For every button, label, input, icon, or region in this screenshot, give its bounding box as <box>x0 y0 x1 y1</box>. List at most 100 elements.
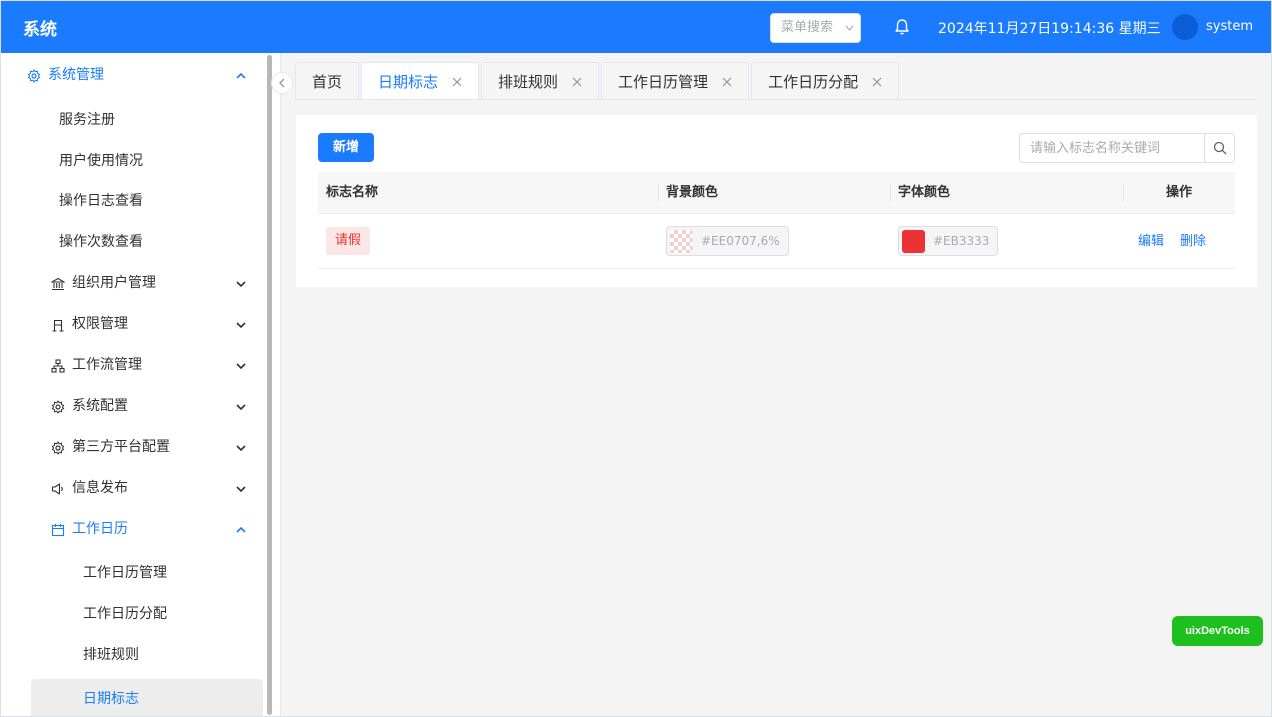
sidebar-item-label: 工作流管理 <box>72 357 142 373</box>
close-icon[interactable] <box>452 77 462 87</box>
chevron-up-icon <box>235 55 247 96</box>
sidebar-item-service-registry[interactable]: 服务注册 <box>1 100 263 141</box>
sidebar-item-label: 系统管理 <box>48 67 104 83</box>
app-window: 系统 菜单搜索 2024年11月27日19:14:36 星期三 system 系… <box>0 0 1272 717</box>
chevron-down-icon <box>235 345 247 386</box>
flag-name-tag: 请假 <box>326 227 371 255</box>
font-color-value: #EB3333 <box>933 234 990 248</box>
tab-shift-rules[interactable]: 排班规则 <box>481 62 600 100</box>
close-icon[interactable] <box>572 77 582 87</box>
edit-link[interactable]: 编辑 <box>1138 214 1164 269</box>
chevron-left-icon <box>279 78 285 88</box>
app-title: 系统 <box>23 20 57 40</box>
column-header-font-color: 字体颜色 <box>898 185 951 200</box>
tab-home[interactable]: 首页 <box>295 62 360 100</box>
bg-color-swatch <box>670 229 693 253</box>
bell-icon[interactable] <box>894 18 910 36</box>
sidebar-item-third-party-config[interactable]: 第三方平台配置 <box>1 427 263 468</box>
tab-date-flags[interactable]: 日期标志 <box>361 62 480 100</box>
bank-icon <box>51 263 65 304</box>
chevron-down-icon <box>235 263 247 304</box>
tab-label: 工作日历管理 <box>618 73 709 91</box>
sidebar-item-label: 用户使用情况 <box>59 153 143 169</box>
chevron-down-icon <box>235 468 247 509</box>
sidebar-item-label: 信息发布 <box>72 480 128 496</box>
bg-color-picker[interactable]: #EE0707,6% <box>666 226 789 256</box>
tab-work-calendar-management[interactable]: 工作日历管理 <box>601 62 750 100</box>
search-icon <box>1213 141 1226 155</box>
font-color-picker[interactable]: #EB3333 <box>898 226 999 256</box>
sidebar-item-org-users[interactable]: 组织用户管理 <box>1 263 263 304</box>
sidebar-item-workflow[interactable]: 工作流管理 <box>1 345 263 386</box>
chevron-up-icon <box>235 509 247 550</box>
sidebar-item-label: 排班规则 <box>83 647 139 663</box>
delete-link[interactable]: 删除 <box>1180 214 1206 269</box>
gear-icon <box>51 427 65 468</box>
sidebar-item-label: 操作日志查看 <box>59 193 143 209</box>
search-input[interactable] <box>1020 134 1204 162</box>
sidebar-item-label: 日期标志 <box>83 691 139 707</box>
sidebar-item-label: 组织用户管理 <box>72 275 156 291</box>
add-button[interactable]: 新增 <box>318 133 374 162</box>
table-row: 请假 #EE0707,6% #EB3333 编辑 删除 <box>318 214 1235 269</box>
calendar-icon <box>51 509 65 550</box>
sidebar-item-work-calendar[interactable]: 工作日历 <box>1 509 263 550</box>
sidebar-item-operation-count[interactable]: 操作次数查看 <box>1 222 263 263</box>
sidebar-item-date-flags[interactable]: 日期标志 <box>31 679 263 716</box>
date-flags-panel: 新增 标志名称 背景颜色 字体颜色 操作 请假 #EE0707,6% <box>296 115 1257 287</box>
chevron-down-icon <box>845 14 854 53</box>
sidebar-item-system-management[interactable]: 系统管理 <box>1 55 263 96</box>
column-divider <box>890 184 891 202</box>
sidebar-item-label: 系统配置 <box>72 398 128 414</box>
search-button[interactable] <box>1204 134 1234 162</box>
tab-label: 日期标志 <box>378 73 439 91</box>
avatar[interactable] <box>1172 14 1198 40</box>
column-divider <box>1123 184 1124 202</box>
sitemap-icon <box>51 345 65 386</box>
sidebar-item-label: 第三方平台配置 <box>72 439 170 455</box>
column-divider <box>658 184 659 202</box>
sidebar-item-label: 工作日历分配 <box>83 606 167 622</box>
gear-icon <box>27 55 41 96</box>
user-icon <box>51 304 65 345</box>
tab-bar: 首页 日期标志 排班规则 工作日历管理 工作日历分配 <box>295 62 901 100</box>
menu-search-select[interactable]: 菜单搜索 <box>770 13 861 43</box>
gear-icon <box>51 386 65 427</box>
sidebar-item-shift-rules[interactable]: 排班规则 <box>1 635 263 676</box>
devtools-button[interactable]: uixDevTools <box>1172 616 1263 646</box>
sidebar-item-info-publish[interactable]: 信息发布 <box>1 468 263 509</box>
tab-label: 首页 <box>312 73 343 91</box>
username[interactable]: system <box>1206 19 1253 34</box>
chevron-down-icon <box>235 304 247 345</box>
font-color-swatch <box>902 229 925 253</box>
chevron-down-icon <box>235 427 247 468</box>
tabs-divider <box>295 99 1257 100</box>
sidebar-item-label: 工作日历管理 <box>83 565 167 581</box>
bg-color-value: #EE0707,6% <box>701 234 780 248</box>
sidebar: 系统管理 服务注册 用户使用情况 操作日志查看 操作次数查看 组织用户管理 权限… <box>1 53 281 716</box>
column-header-bg-color: 背景颜色 <box>666 185 719 200</box>
tab-label: 排班规则 <box>498 73 559 91</box>
sidebar-item-system-config[interactable]: 系统配置 <box>1 386 263 427</box>
close-icon[interactable] <box>872 77 882 87</box>
top-header: 系统 菜单搜索 2024年11月27日19:14:36 星期三 system <box>1 1 1271 53</box>
current-datetime: 2024年11月27日19:14:36 星期三 <box>938 21 1161 37</box>
sidebar-item-work-calendar-assignment[interactable]: 工作日历分配 <box>1 594 263 635</box>
tab-label: 工作日历分配 <box>768 73 859 91</box>
menu-search-placeholder: 菜单搜索 <box>781 20 834 35</box>
sidebar-item-label: 操作次数查看 <box>59 234 143 250</box>
close-icon[interactable] <box>722 77 732 87</box>
column-header-flag-name: 标志名称 <box>326 185 379 200</box>
sidebar-item-label: 权限管理 <box>72 316 128 332</box>
sidebar-item-label: 服务注册 <box>59 112 115 128</box>
tab-work-calendar-assignment[interactable]: 工作日历分配 <box>751 62 900 100</box>
sidebar-item-user-usage[interactable]: 用户使用情况 <box>1 141 263 182</box>
table-header: 标志名称 背景颜色 字体颜色 操作 <box>318 172 1235 214</box>
sidebar-item-permissions[interactable]: 权限管理 <box>1 304 263 345</box>
collapse-sidebar-button[interactable] <box>271 72 293 94</box>
sidebar-item-work-calendar-management[interactable]: 工作日历管理 <box>1 553 263 594</box>
sidebar-item-operation-log[interactable]: 操作日志查看 <box>1 181 263 222</box>
chevron-down-icon <box>235 386 247 427</box>
sidebar-scrollbar[interactable] <box>267 55 272 715</box>
search-box <box>1019 133 1235 163</box>
